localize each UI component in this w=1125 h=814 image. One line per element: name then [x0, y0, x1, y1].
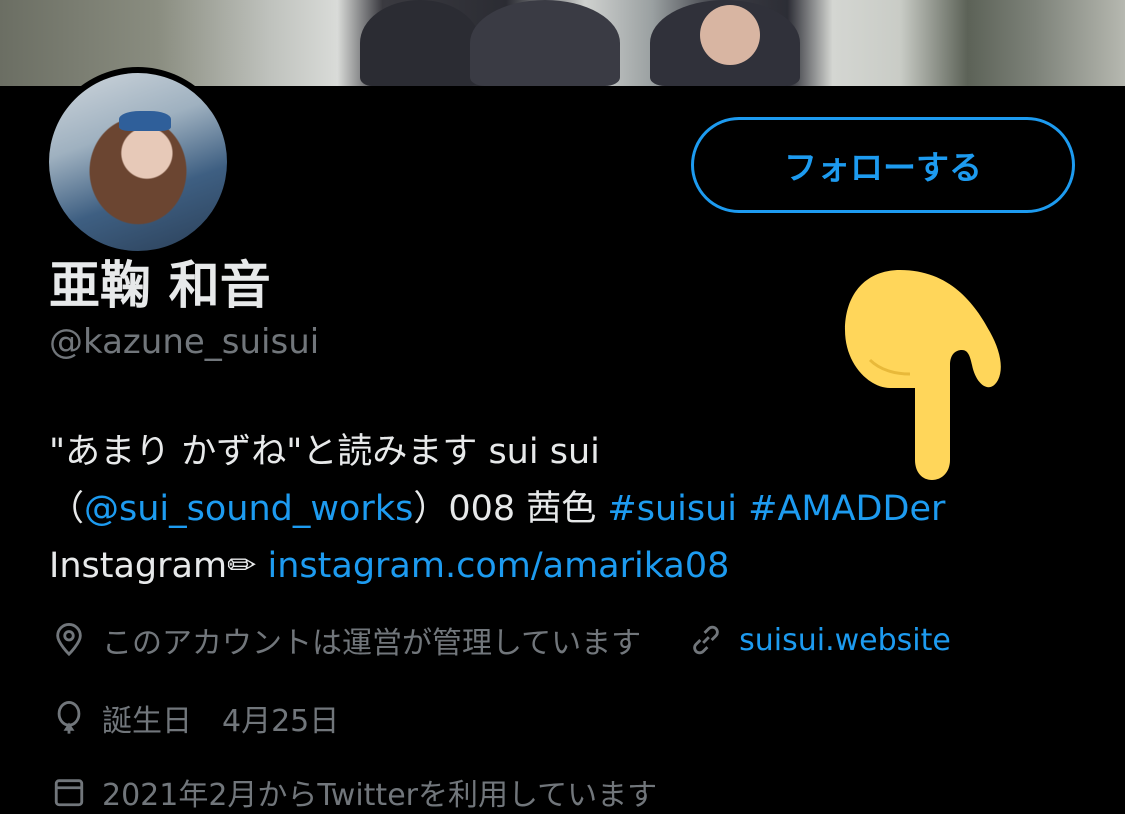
user-handle: @kazune_suisui [49, 322, 320, 362]
avatar[interactable] [49, 73, 227, 251]
bio-paren: （ [49, 489, 85, 529]
profile-meta-birthday: 誕生日 4月25日 [52, 696, 339, 740]
balloon-icon [57, 701, 81, 734]
display-name: 亜鞠 和音 [49, 257, 271, 316]
bio-line-2: （@sui_sound_works）008 茜色 #suisui #AMADDe… [49, 481, 945, 538]
link-icon [693, 625, 719, 655]
birthday-text: 誕生日 4月25日 [102, 704, 340, 739]
mention-link[interactable]: @sui_sound_works [84, 489, 413, 529]
profile-meta-joined: 2021年2月からTwitterを利用しています [52, 770, 657, 814]
hashtag-amadder-link[interactable]: #AMADDer [748, 489, 945, 529]
bio-line-3: Instagram✏ instagram.com/amarika08 [49, 538, 945, 595]
location-pin-icon [56, 623, 82, 657]
location-text: このアカウントは運営が管理しています [102, 626, 642, 661]
avatar-hat-detail [119, 111, 171, 131]
bio-text: ）008 茜色 [413, 489, 608, 529]
website-link[interactable]: suisui.website [739, 623, 951, 658]
profile-bio: "あまり かずね"と読みます sui sui （@sui_sound_works… [49, 424, 945, 595]
avatar-container [43, 67, 233, 257]
follow-button[interactable]: フォローする [691, 117, 1075, 213]
hashtag-suisui-link[interactable]: #suisui [607, 489, 737, 529]
instagram-link[interactable]: instagram.com/amarika08 [268, 546, 730, 586]
bio-instagram-label: Instagram✏ [49, 546, 268, 586]
profile-meta-location-website: このアカウントは運営が管理しています suisui.website [52, 618, 951, 662]
joined-text: 2021年2月からTwitterを利用しています [102, 778, 658, 813]
bio-line-1: "あまり かずね"と読みます sui sui [49, 432, 600, 472]
calendar-icon [54, 779, 84, 807]
